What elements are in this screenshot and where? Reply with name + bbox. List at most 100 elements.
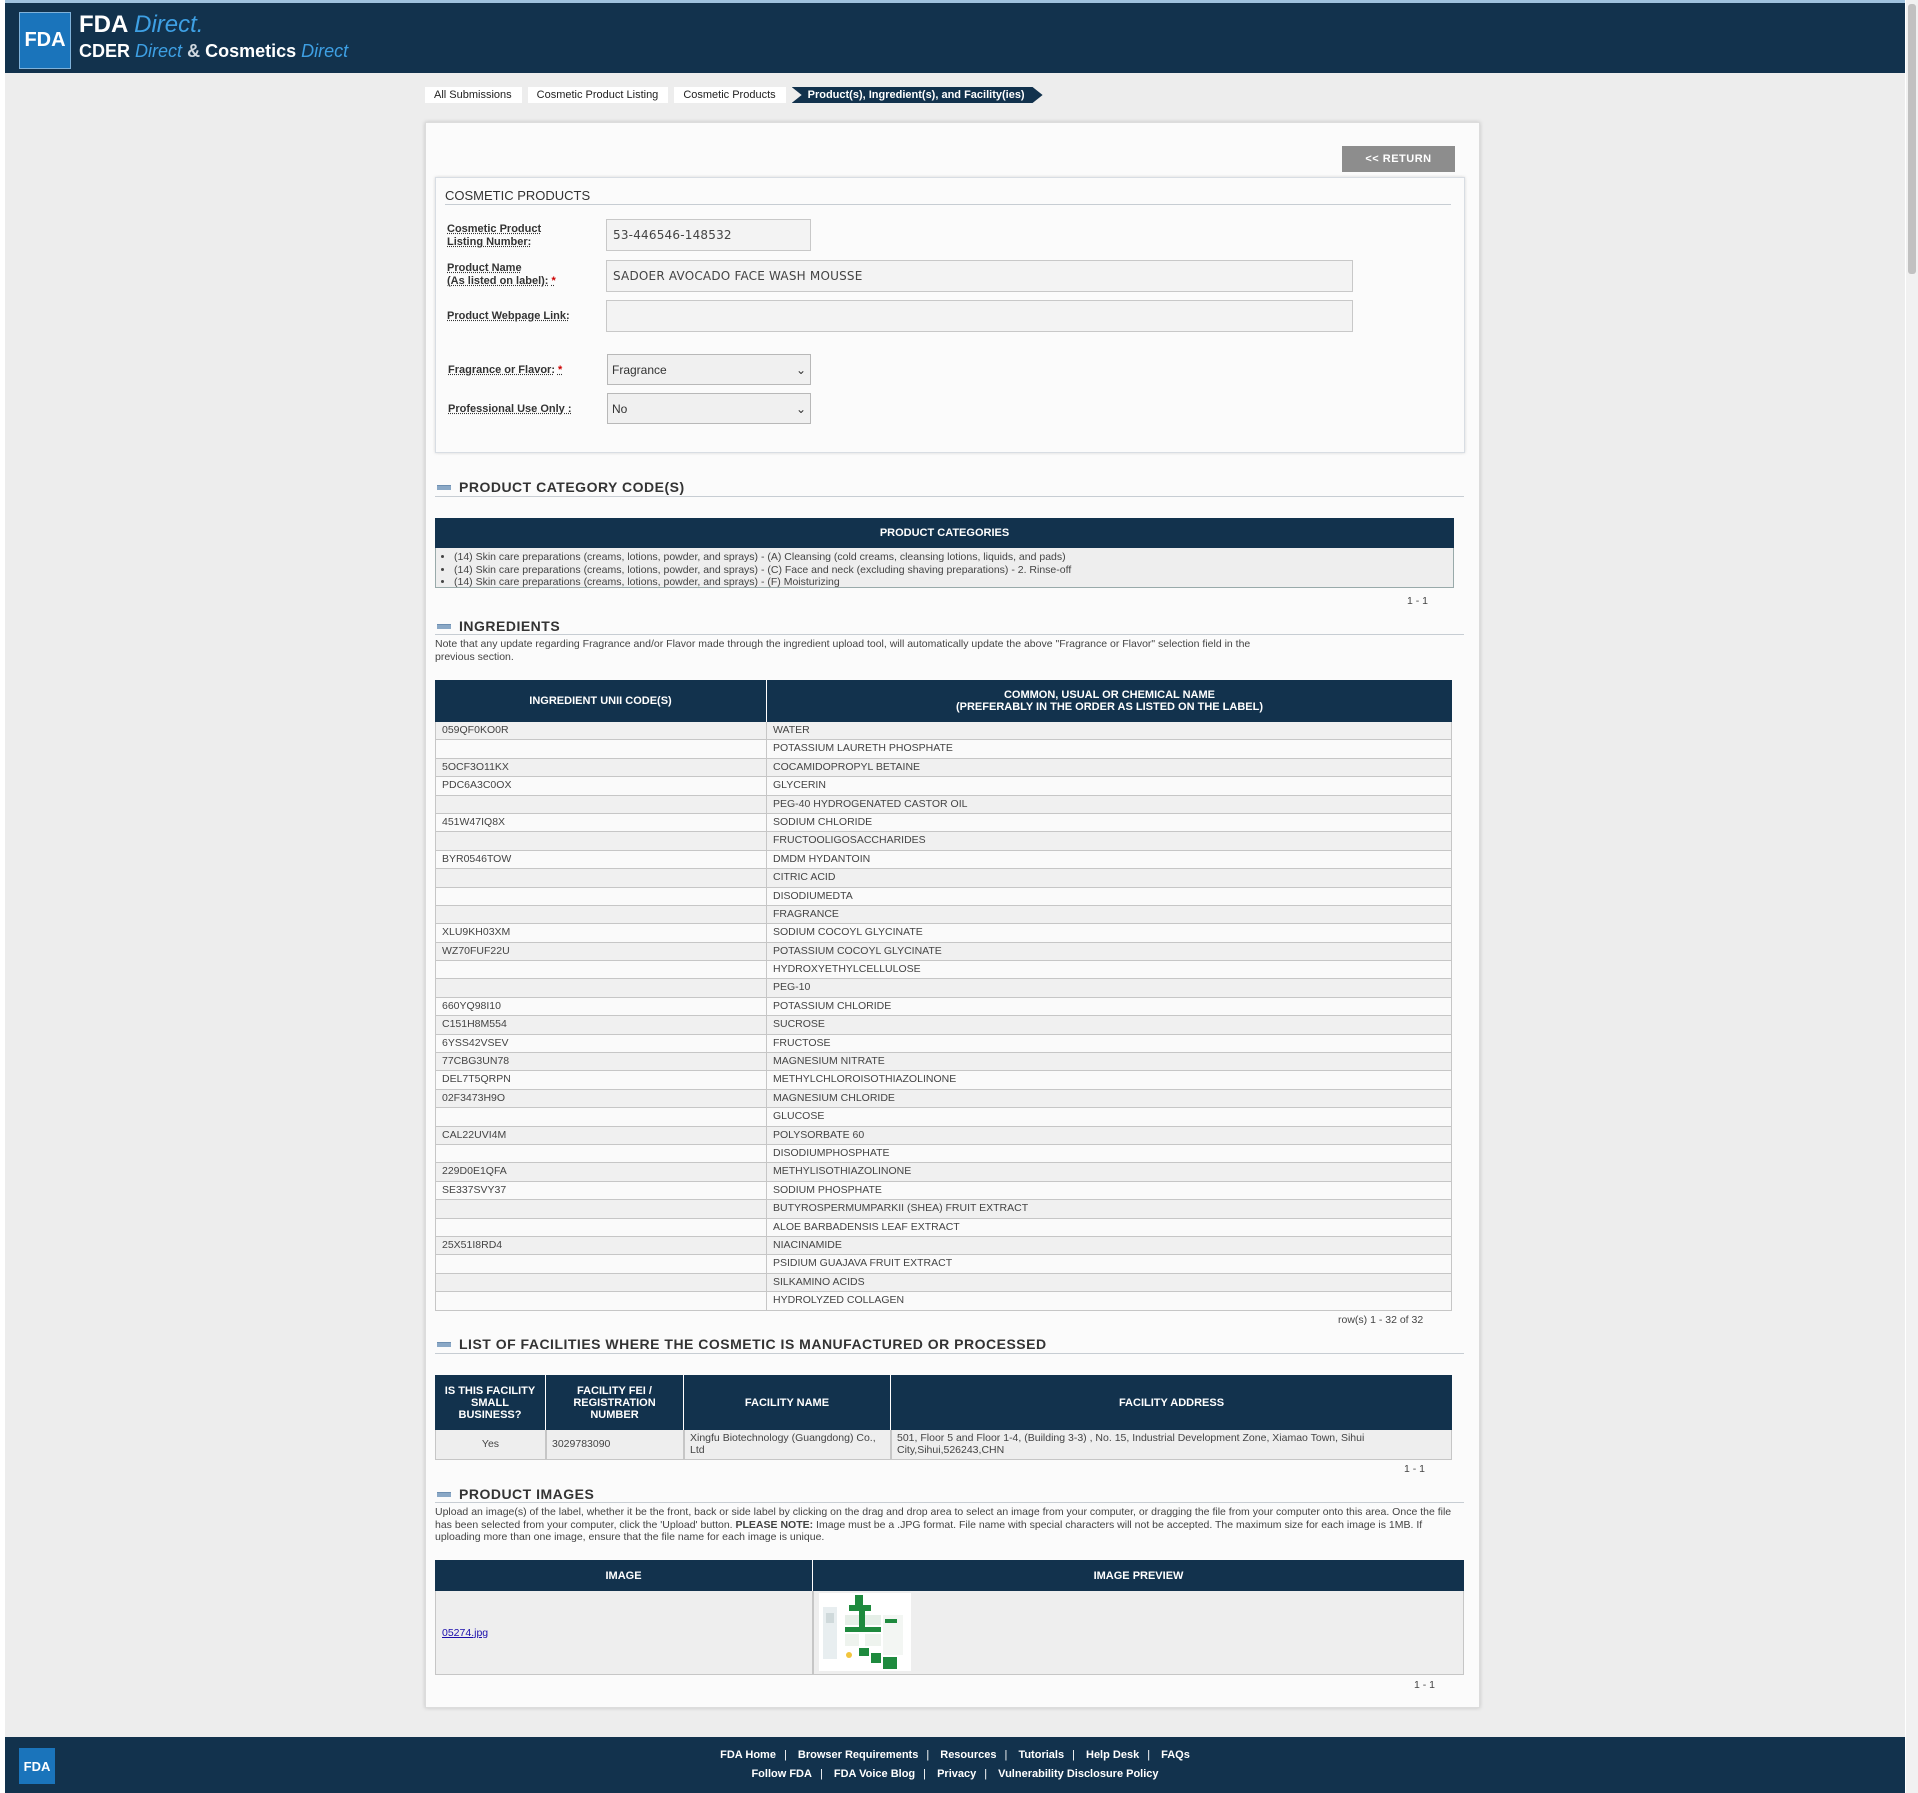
unii-code-cell bbox=[435, 961, 767, 980]
collapse-icon[interactable] bbox=[437, 623, 451, 629]
product-category-section-header[interactable]: PRODUCT CATEGORY CODE(S) bbox=[437, 479, 685, 495]
breadcrumb-all-submissions[interactable]: All Submissions bbox=[425, 87, 522, 103]
unii-code-cell: 02F3473H9O bbox=[435, 1089, 767, 1109]
fda-logo[interactable]: FDA bbox=[19, 12, 71, 69]
product-images-section-header[interactable]: PRODUCT IMAGES bbox=[437, 1486, 594, 1502]
site-header: FDA FDA Direct. CDER Direct & Cosmetics … bbox=[5, 0, 1905, 73]
facilities-table: IS THIS FACILITY SMALL BUSINESS? FACILIT… bbox=[435, 1375, 1452, 1460]
fragrance-label: Fragrance or Flavor: * bbox=[448, 364, 563, 376]
column-header-small-business: IS THIS FACILITY SMALL BUSINESS? bbox=[435, 1375, 546, 1430]
unii-code-cell bbox=[435, 1144, 767, 1164]
footer-link-vulnerability-disclosure[interactable]: Vulnerability Disclosure Policy bbox=[998, 1768, 1158, 1780]
unii-code-cell: 059QF0KO0R bbox=[435, 722, 767, 741]
column-header-facility-address: FACILITY ADDRESS bbox=[891, 1375, 1452, 1430]
footer-link-privacy[interactable]: Privacy bbox=[937, 1768, 976, 1780]
column-header-facility-name: FACILITY NAME bbox=[684, 1375, 891, 1430]
table-row: SE337SVY37 SODIUM PHOSPHATE bbox=[435, 1181, 1452, 1201]
table-row: BYR0546TOW DMDM HYDANTOIN bbox=[435, 850, 1452, 870]
unii-code-cell bbox=[435, 795, 767, 814]
unii-code-cell: C151H8M554 bbox=[435, 1016, 767, 1035]
table-row: PEG-40 HYDROGENATED CASTOR OIL bbox=[435, 795, 1452, 814]
fragrance-select[interactable]: Fragrance ⌄ bbox=[607, 354, 811, 385]
unii-code-cell: 660YQ98I10 bbox=[435, 997, 767, 1017]
table-row: FRUCTOOLIGOSACCHARIDES bbox=[435, 832, 1452, 851]
ingredients-pager: row(s) 1 - 32 of 32 bbox=[1338, 1314, 1424, 1326]
table-row: XLU9KH03XM SODIUM COCOYL GLYCINATE bbox=[435, 924, 1452, 943]
professional-use-select[interactable]: No ⌄ bbox=[607, 393, 811, 424]
collapse-icon[interactable] bbox=[437, 1491, 451, 1497]
webpage-link-label: Product Webpage Link: bbox=[447, 310, 570, 322]
listing-number-label: Cosmetic Product Listing Number: bbox=[447, 223, 542, 248]
ingredient-name-cell: METHYLCHLOROISOTHIAZOLINONE bbox=[767, 1071, 1452, 1090]
image-file-link[interactable]: 05274.jpg bbox=[442, 1627, 488, 1639]
footer-link-browser-requirements[interactable]: Browser Requirements bbox=[798, 1749, 918, 1761]
table-row: 02F3473H9O MAGNESIUM CHLORIDE bbox=[435, 1089, 1452, 1109]
table-row: 25X51I8RD4 NIACINAMIDE bbox=[435, 1236, 1452, 1256]
ingredient-name-cell: SODIUM CHLORIDE bbox=[767, 813, 1452, 833]
table-row: PEG-10 bbox=[435, 979, 1452, 998]
unii-code-cell: 6YSS42VSEV bbox=[435, 1034, 767, 1054]
webpage-link-field[interactable] bbox=[606, 300, 1353, 332]
collapse-icon[interactable] bbox=[437, 484, 451, 490]
table-row: DEL7T5QRPN METHYLCHLOROISOTHIAZOLINONE bbox=[435, 1071, 1452, 1090]
unii-code-cell: SE337SVY37 bbox=[435, 1181, 767, 1201]
unii-code-cell bbox=[435, 1218, 767, 1237]
ingredients-table-header: INGREDIENT UNII CODE(S) COMMON, USUAL OR… bbox=[435, 680, 1452, 722]
footer-link-fda-home[interactable]: FDA Home bbox=[720, 1749, 776, 1761]
ingredient-name-cell: DISODIUMPHOSPHATE bbox=[767, 1144, 1452, 1164]
fei-cell: 3029783090 bbox=[546, 1430, 684, 1460]
unii-code-cell: XLU9KH03XM bbox=[435, 924, 767, 943]
facility-name-cell: Xingfu Biotechnology (Guangdong) Co., Lt… bbox=[684, 1430, 891, 1460]
footer-link-help-desk[interactable]: Help Desk bbox=[1086, 1749, 1139, 1761]
facilities-section-header[interactable]: LIST OF FACILITIES WHERE THE COSMETIC IS… bbox=[437, 1336, 1047, 1352]
ingredients-note: Note that any update regarding Fragrance… bbox=[435, 638, 1251, 663]
ingredient-name-cell: COCAMIDOPROPYL BETAINE bbox=[767, 758, 1452, 778]
breadcrumb-cosmetic-products[interactable]: Cosmetic Products bbox=[674, 87, 786, 103]
unii-code-cell: 229D0E1QFA bbox=[435, 1163, 767, 1182]
table-row: ALOE BARBADENSIS LEAF EXTRACT bbox=[435, 1218, 1452, 1237]
table-row: FRAGRANCE bbox=[435, 905, 1452, 925]
chevron-down-icon: ⌄ bbox=[795, 362, 806, 377]
ingredient-name-cell: NIACINAMIDE bbox=[767, 1236, 1452, 1256]
product-images-table-header: IMAGE IMAGE PREVIEW bbox=[435, 1560, 1464, 1591]
divider bbox=[435, 1353, 1464, 1354]
footer-link-resources[interactable]: Resources bbox=[940, 1749, 996, 1761]
table-row: 05274.jpg bbox=[435, 1591, 1464, 1675]
table-row: 5OCF3O11KX COCAMIDOPROPYL BETAINE bbox=[435, 758, 1452, 778]
listing-number-field[interactable]: 53-446546-148532 bbox=[606, 219, 811, 251]
footer-link-faqs[interactable]: FAQs bbox=[1161, 1749, 1190, 1761]
facilities-pager: 1 - 1 bbox=[1404, 1463, 1426, 1475]
ingredient-name-cell: FRUCTOSE bbox=[767, 1034, 1452, 1054]
facility-address-cell: 501, Floor 5 and Floor 1-4, (Building 3-… bbox=[891, 1430, 1452, 1460]
divider bbox=[435, 634, 1464, 635]
unii-code-cell: DEL7T5QRPN bbox=[435, 1071, 767, 1090]
ingredient-name-cell: DMDM HYDANTOIN bbox=[767, 850, 1452, 870]
footer-link-fda-voice-blog[interactable]: FDA Voice Blog bbox=[834, 1768, 915, 1780]
unii-code-cell bbox=[435, 905, 767, 925]
table-row: HYDROXYETHYLCELLULOSE bbox=[435, 961, 1452, 980]
ingredient-name-cell: POLYSORBATE 60 bbox=[767, 1126, 1452, 1145]
cder-cosmetics-subtitle: CDER Direct & Cosmetics Direct bbox=[79, 41, 349, 61]
product-label-thumbnail[interactable] bbox=[819, 1593, 911, 1671]
divider bbox=[435, 1502, 1464, 1503]
collapse-icon[interactable] bbox=[437, 1341, 451, 1347]
ingredient-name-cell: POTASSIUM COCOYL GLYCINATE bbox=[767, 942, 1452, 962]
product-images-note: Upload an image(s) of the label, whether… bbox=[435, 1506, 1452, 1543]
table-row: 6YSS42VSEV FRUCTOSE bbox=[435, 1034, 1452, 1054]
ingredient-name-cell: SILKAMINO ACIDS bbox=[767, 1273, 1452, 1293]
table-row: Yes 3029783090 Xingfu Biotechnology (Gua… bbox=[435, 1430, 1452, 1460]
unii-code-cell: 77CBG3UN78 bbox=[435, 1053, 767, 1072]
cosmetic-products-title: COSMETIC PRODUCTS bbox=[445, 188, 591, 203]
list-item: (14) Skin care preparations (creams, lot… bbox=[454, 576, 1453, 589]
ingredients-section-header[interactable]: INGREDIENTS bbox=[437, 618, 560, 634]
footer-link-follow-fda[interactable]: Follow FDA bbox=[751, 1768, 812, 1780]
table-row: 451W47IQ8X SODIUM CHLORIDE bbox=[435, 813, 1452, 833]
footer-link-tutorials[interactable]: Tutorials bbox=[1018, 1749, 1064, 1761]
product-name-field[interactable]: SADOER AVOCADO FACE WASH MOUSSE bbox=[606, 260, 1353, 292]
table-row: 059QF0KO0R WATER bbox=[435, 722, 1452, 741]
ingredients-table: INGREDIENT UNII CODE(S) COMMON, USUAL OR… bbox=[435, 680, 1452, 1311]
scrollbar-thumb[interactable] bbox=[1908, 4, 1916, 274]
return-button[interactable]: << RETURN bbox=[1342, 146, 1455, 172]
professional-use-label: Professional Use Only : bbox=[448, 403, 572, 415]
breadcrumb-cosmetic-product-listing[interactable]: Cosmetic Product Listing bbox=[527, 87, 669, 103]
